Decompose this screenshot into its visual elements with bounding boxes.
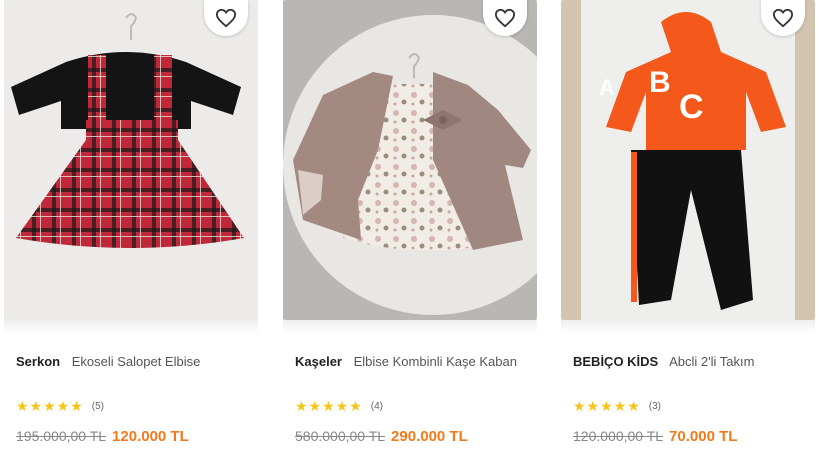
review-count: (5) — [91, 401, 104, 412]
review-count: (3) — [648, 401, 661, 412]
product-rating: ★★★★★ (3) — [573, 398, 661, 415]
rating-stars: ★★★★★ — [573, 398, 641, 414]
product-rating: ★★★★★ (5) — [16, 398, 104, 415]
rating-stars: ★★★★★ — [16, 398, 84, 414]
product-brand: BEBİÇO KİDS — [573, 354, 659, 369]
card-divider — [283, 320, 537, 334]
product-brand: Kaşeler — [295, 354, 342, 369]
product-title[interactable]: Kaşeler Elbise Kombinli Kaşe Kaban — [295, 352, 531, 372]
product-card[interactable]: B C A BEBİÇO KİDS Abcli 2'li Takım ★★★★★… — [561, 0, 815, 450]
card-divider — [561, 320, 815, 334]
product-brand: Serkon — [16, 354, 61, 369]
svg-text:A: A — [599, 75, 615, 100]
floral-dress-coat-image — [283, 0, 537, 320]
old-price: 120.000,00 TL — [573, 428, 664, 444]
product-name: Abcli 2'li Takım — [669, 354, 755, 369]
product-prices: 120.000,00 TL 70.000 TL — [573, 428, 737, 445]
sale-price: 70.000 TL — [669, 428, 738, 445]
product-title[interactable]: Serkon Ekoseli Salopet Elbise — [16, 352, 252, 372]
product-name: Ekoseli Salopet Elbise — [71, 354, 201, 369]
old-price: 580.000,00 TL — [295, 428, 386, 444]
old-price: 195.000,00 TL — [16, 428, 107, 444]
product-rating: ★★★★★ (4) — [295, 398, 383, 415]
review-count: (4) — [370, 401, 383, 412]
product-name: Elbise Kombinli Kaşe Kaban — [353, 354, 517, 369]
product-card[interactable]: Kaşeler Elbise Kombinli Kaşe Kaban ★★★★★… — [283, 0, 537, 450]
svg-text:B: B — [649, 66, 671, 99]
svg-text:C: C — [679, 88, 704, 126]
heart-icon — [494, 8, 516, 28]
product-title[interactable]: BEBİÇO KİDS Abcli 2'li Takım — [573, 352, 809, 372]
product-grid: Serkon Ekoseli Salopet Elbise ★★★★★ (5) … — [0, 0, 820, 450]
sale-price: 120.000 TL — [112, 428, 189, 445]
product-prices: 580.000,00 TL 290.000 TL — [295, 428, 468, 445]
rating-stars: ★★★★★ — [295, 398, 363, 414]
product-card[interactable]: Serkon Ekoseli Salopet Elbise ★★★★★ (5) … — [4, 0, 258, 450]
heart-icon — [215, 8, 237, 28]
sale-price: 290.000 TL — [391, 428, 468, 445]
product-image[interactable]: B C A — [561, 0, 815, 320]
product-image[interactable] — [4, 0, 258, 320]
heart-icon — [772, 8, 794, 28]
card-divider — [4, 320, 258, 334]
product-image[interactable] — [283, 0, 537, 320]
product-prices: 195.000,00 TL 120.000 TL — [16, 428, 189, 445]
plaid-pinafore-dress-image — [4, 0, 258, 320]
abc-hoodie-set-image: B C A — [561, 0, 815, 320]
